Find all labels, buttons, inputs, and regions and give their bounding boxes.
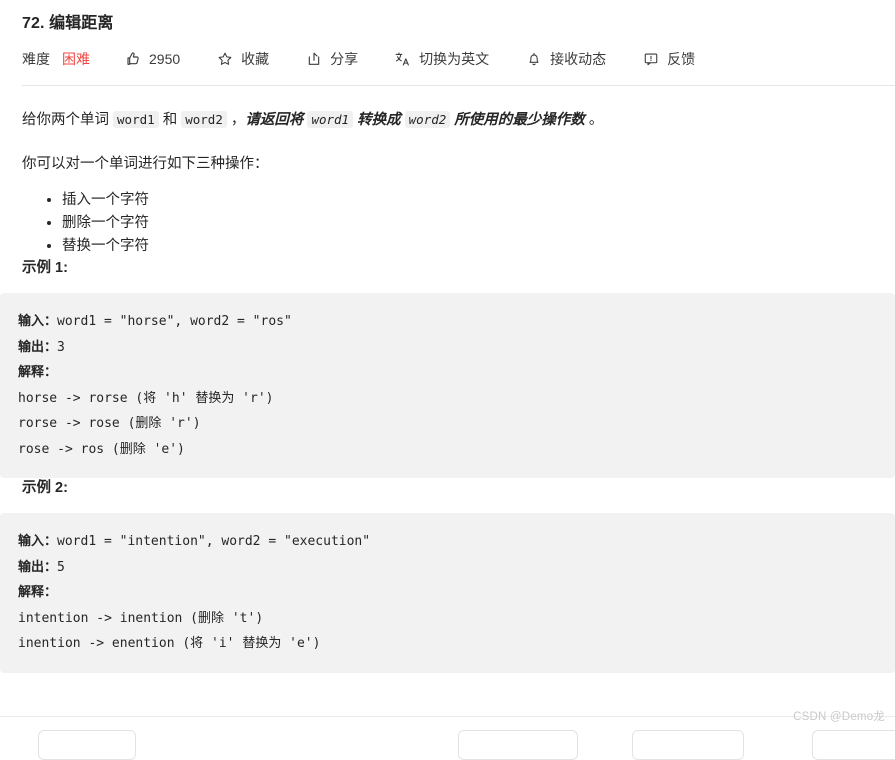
example-2-input-value: word1 = "intention", word2 = "execution" xyxy=(57,534,371,549)
problem-description: 给你两个单词 word1 和 word2 ，请返回将 word1 转换成 wor… xyxy=(0,107,895,278)
favorite-button[interactable]: 收藏 xyxy=(216,49,269,69)
description-paragraph-1: 给你两个单词 word1 和 word2 ，请返回将 word1 转换成 wor… xyxy=(22,107,873,133)
example-2-output-value: 5 xyxy=(57,559,65,575)
desc-emphasis-3: 所使用的最少操作数 xyxy=(450,112,585,128)
example-2-explain-line: intention -> inention (删除 't') xyxy=(18,610,264,626)
bell-icon xyxy=(525,51,542,68)
problem-toolbar: 难度 困难 2950 收藏 分享 切换为英文 接收动态 反馈 xyxy=(22,47,873,71)
desc-emphasis-1: 请返回将 xyxy=(245,112,308,128)
example-1-output-value: 3 xyxy=(57,339,65,355)
example-1-input-label: 输入： xyxy=(18,314,58,329)
bottom-button-1[interactable] xyxy=(38,730,136,760)
code-word2-b: word2 xyxy=(404,111,451,128)
operations-list: 插入一个字符 删除一个字符 替换一个字符 xyxy=(22,189,873,258)
bottom-button-4[interactable] xyxy=(812,730,895,760)
example-2-explain-line: inention -> enention (将 'i' 替换为 'e') xyxy=(18,636,321,651)
feedback-button[interactable]: 反馈 xyxy=(642,49,695,69)
desc-text-a: 给你两个单词 xyxy=(22,112,114,128)
translate-button[interactable]: 切换为英文 xyxy=(394,49,489,69)
like-button[interactable]: 2950 xyxy=(124,51,180,68)
list-item: 插入一个字符 xyxy=(62,189,873,212)
code-word1-a: word1 xyxy=(113,111,159,128)
example-1-heading: 示例 1: xyxy=(22,260,68,276)
example-2-output-label: 输出： xyxy=(18,559,58,575)
example-1-output-label: 输出： xyxy=(18,339,58,355)
desc-text-d: 。 xyxy=(584,112,604,128)
code-word1-b: word1 xyxy=(307,111,354,128)
bottom-button-3[interactable] xyxy=(632,730,744,760)
difficulty-label: 难度 xyxy=(22,51,50,67)
bottom-button-2[interactable] xyxy=(458,730,578,760)
list-item: 删除一个字符 xyxy=(62,212,873,235)
difficulty-value: 困难 xyxy=(62,51,90,67)
bottom-action-bar xyxy=(0,716,895,760)
description-paragraph-2: 你可以对一个单词进行如下三种操作： xyxy=(22,156,269,172)
translate-label: 切换为英文 xyxy=(419,51,490,67)
example-1-explain-line: rorse -> rose (删除 'r') xyxy=(18,416,201,431)
star-icon xyxy=(216,51,233,68)
code-word2-a: word2 xyxy=(181,111,227,128)
page-title: 72. 编辑距离 xyxy=(22,15,114,32)
example-1-code-block: 输入：word1 = "horse", word2 = "ros" 输出：3 解… xyxy=(0,293,895,478)
desc-text-c: ， xyxy=(226,112,246,128)
translate-icon xyxy=(394,51,411,68)
desc-emphasis-2: 转换成 xyxy=(353,112,405,128)
example-2-code-block: 输入：word1 = "intention", word2 = "executi… xyxy=(0,513,895,673)
subscribe-button[interactable]: 接收动态 xyxy=(525,49,606,69)
problem-header: 72. 编辑距离 难度 困难 2950 收藏 分享 切换为英文 接收动态 反馈 xyxy=(0,0,895,71)
example-1-explain-line: rose -> ros (删除 'e') xyxy=(18,441,185,457)
feedback-label: 反馈 xyxy=(667,51,696,67)
share-label: 分享 xyxy=(330,51,359,67)
example-1-explain-line: horse -> rorse (将 'h' 替换为 'r') xyxy=(18,390,274,406)
like-count: 2950 xyxy=(149,51,181,67)
header-divider xyxy=(22,85,895,86)
example-2-section: 示例 2: xyxy=(0,478,895,498)
example-1-input-value: word1 = "horse", word2 = "ros" xyxy=(57,314,292,329)
example-1-explain-label: 解释： xyxy=(18,365,58,380)
share-icon xyxy=(305,51,322,68)
list-item: 替换一个字符 xyxy=(62,235,873,258)
desc-text-b: 和 xyxy=(158,112,182,128)
share-button[interactable]: 分享 xyxy=(305,49,358,69)
example-2-input-label: 输入： xyxy=(18,534,58,549)
example-2-explain-label: 解释： xyxy=(18,585,58,600)
thumbs-up-icon xyxy=(124,51,141,68)
example-2-heading: 示例 2: xyxy=(22,480,68,496)
favorite-label: 收藏 xyxy=(241,51,270,67)
difficulty-badge: 难度 困难 xyxy=(22,49,90,69)
subscribe-label: 接收动态 xyxy=(550,51,607,67)
csdn-watermark: CSDN @Demo龙 xyxy=(793,711,885,723)
feedback-icon xyxy=(642,51,659,68)
